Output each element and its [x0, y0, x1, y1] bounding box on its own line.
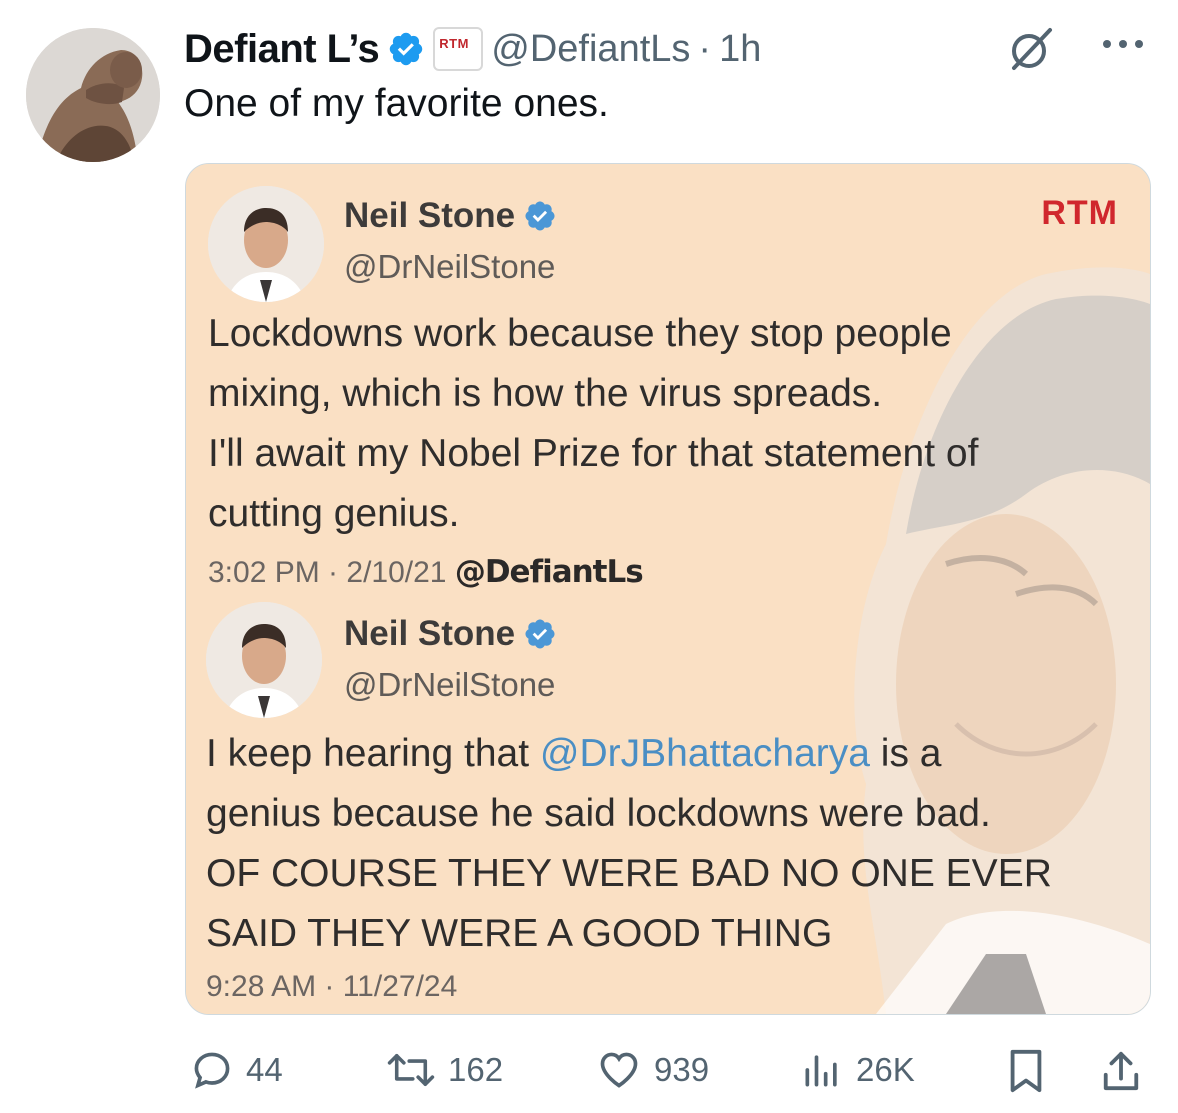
- views-chart-icon: [805, 1055, 837, 1087]
- author-name[interactable]: Defiant L’s: [184, 27, 380, 72]
- verified-badge-icon[interactable]: [387, 30, 425, 68]
- rtm-watermark: RTM: [1041, 194, 1118, 232]
- quoted-tweet-meta: 3:02 PM · 2/10/21 @DefiantLs: [208, 554, 644, 590]
- repost-button[interactable]: 162: [386, 1048, 503, 1092]
- repost-icon: [387, 1053, 435, 1087]
- quoted-tweet-body: Lockdowns work because they stop people …: [208, 312, 979, 535]
- more-options-icon[interactable]: [1100, 34, 1146, 54]
- quoted-timestamp: 3:02 PM · 2/10/21: [208, 556, 447, 589]
- post-header: Defiant L’s RTM @DefiantLs · 1h: [184, 24, 761, 74]
- quoted-avatar: [208, 186, 324, 302]
- quoted-name-text: Neil Stone: [344, 196, 516, 235]
- quoted-author-name: Neil Stone: [344, 196, 557, 236]
- quoted-author-name: Neil Stone: [344, 614, 557, 654]
- reply-icon: [194, 1052, 230, 1089]
- post-text: One of my favorite ones.: [184, 82, 609, 125]
- bookmark-button[interactable]: [1006, 1048, 1046, 1094]
- action-bar: 44 162 939 26K: [0, 1040, 1178, 1100]
- quoted-mention: @DrJBhattacharya: [539, 732, 870, 775]
- quoted-author-handle: @DrNeilStone: [344, 248, 556, 285]
- quoted-name-text: Neil Stone: [344, 614, 516, 653]
- author-handle[interactable]: @DefiantLs: [491, 28, 690, 71]
- quoted-credit: @DefiantLs: [454, 554, 644, 590]
- meta-separator: ·: [698, 27, 712, 70]
- verified-badge-icon: [525, 619, 555, 649]
- grok-icon[interactable]: [1006, 24, 1056, 74]
- quoted-author-handle: @DrNeilStone: [344, 666, 556, 703]
- quoted-tweet-body: I keep hearing that @DrJBhattacharya is …: [206, 724, 1126, 964]
- like-count: 939: [654, 1051, 710, 1088]
- quoted-timestamp: 9:28 AM · 11/27/24: [206, 970, 458, 1003]
- embedded-image[interactable]: RTM Neil Stone @DrNeilStone Lockdowns wo…: [185, 163, 1151, 1015]
- quoted-body-prefix: I keep hearing that: [206, 732, 540, 775]
- share-icon: [1103, 1051, 1139, 1091]
- share-button[interactable]: [1100, 1048, 1142, 1094]
- quoted-avatar: [206, 602, 322, 718]
- repost-count: 162: [448, 1051, 504, 1088]
- affiliate-badge[interactable]: RTM: [433, 27, 484, 71]
- reply-count: 44: [246, 1051, 283, 1088]
- views-count: 26K: [856, 1051, 915, 1088]
- post-time[interactable]: 1h: [719, 28, 761, 71]
- verified-badge-icon: [525, 201, 555, 231]
- heart-icon: [600, 1052, 638, 1088]
- reply-button[interactable]: 44: [190, 1048, 283, 1092]
- like-button[interactable]: 939: [596, 1048, 709, 1092]
- bookmark-icon: [1010, 1049, 1042, 1093]
- views-button[interactable]: 26K: [800, 1048, 915, 1092]
- author-avatar[interactable]: [26, 28, 160, 162]
